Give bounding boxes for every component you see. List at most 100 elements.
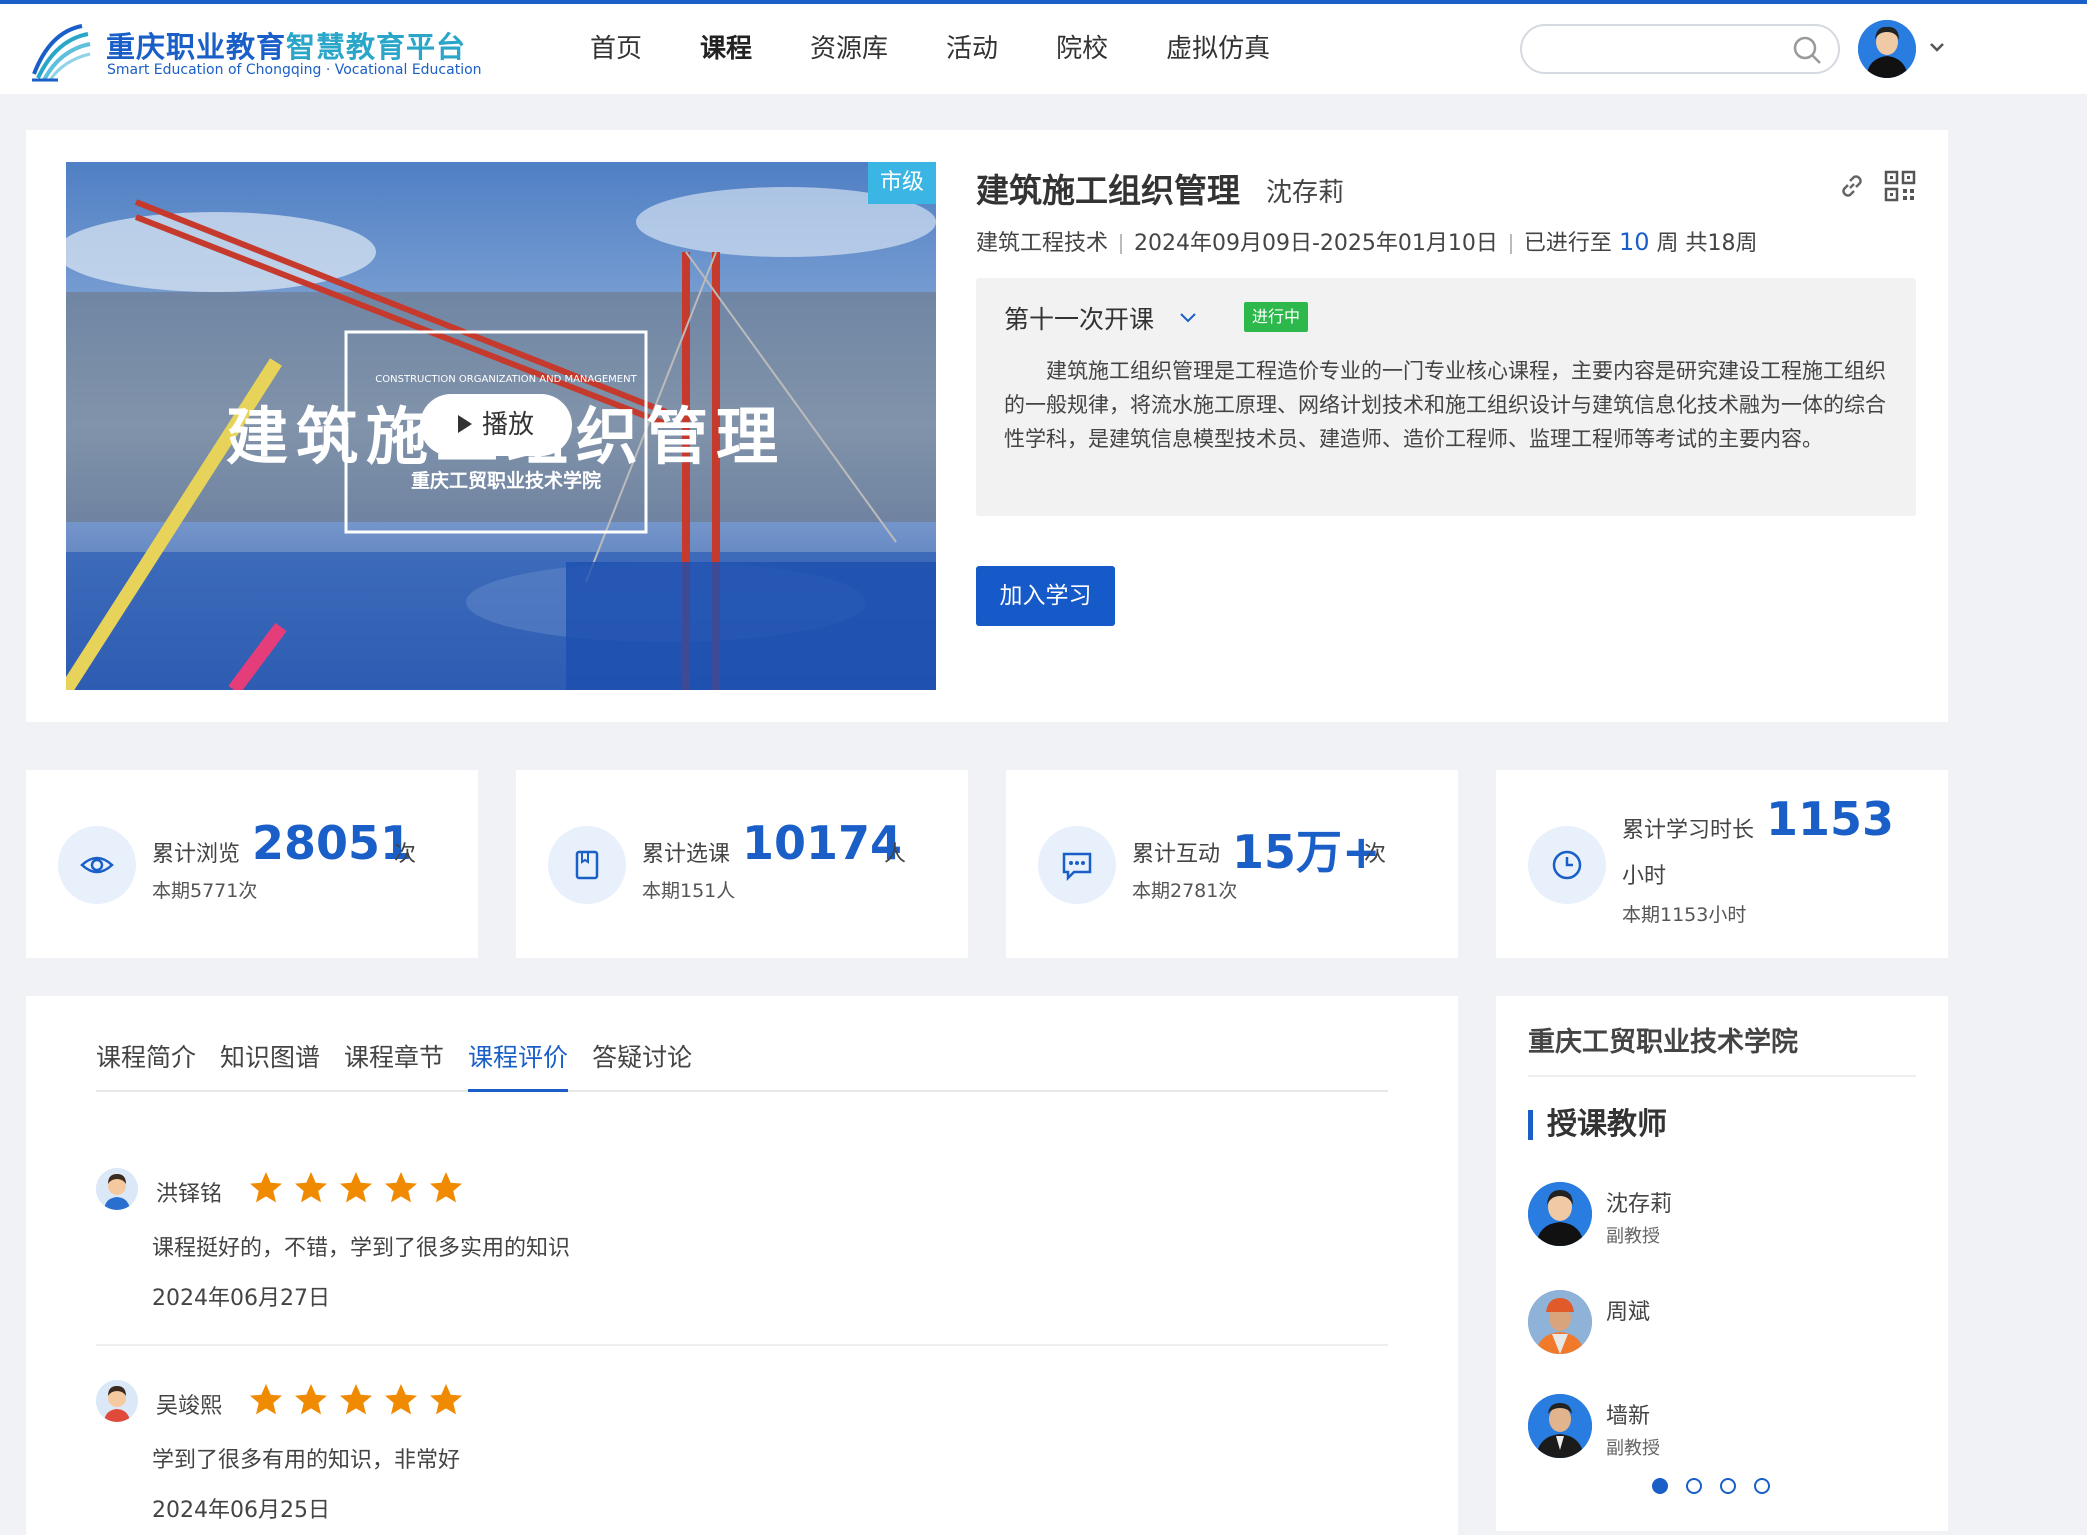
tab-intro[interactable]: 课程简介: [96, 1036, 196, 1092]
nav-virtual-sim[interactable]: 虚拟仿真: [1166, 4, 1270, 94]
qrcode-icon[interactable]: [1884, 170, 1916, 202]
school-name[interactable]: 重庆工贸职业技术学院: [1528, 1020, 1798, 1059]
stat-value: 28051: [252, 816, 413, 870]
review-date: 2024年06月27日: [152, 1286, 330, 1311]
stat-unit: 人: [884, 842, 907, 867]
review-text: 学到了很多有用的知识，非常好: [152, 1448, 461, 1473]
stat-icon-circle: [58, 826, 136, 904]
cover-subtitle: CONSTRUCTION ORGANIZATION AND MANAGEMENT: [375, 374, 637, 385]
link-icon[interactable]: [1836, 170, 1868, 202]
tab-chapters[interactable]: 课程章节: [344, 1036, 444, 1092]
pagination-dot[interactable]: [1754, 1478, 1770, 1494]
stat-label: 累计浏览: [152, 842, 241, 867]
pagination-dot[interactable]: [1720, 1478, 1736, 1494]
stat-unit: 次: [394, 842, 417, 867]
eye-icon: [80, 856, 114, 874]
stat-card-views: 累计浏览 28051 次 本期5771次: [26, 770, 478, 958]
search-input[interactable]: [1520, 24, 1840, 74]
session-select[interactable]: 第十一次开课: [1004, 300, 1154, 336]
stat-value: 10174: [742, 816, 903, 870]
avatar-image: [1528, 1182, 1592, 1246]
reviewer-name: 洪铎铭: [156, 1182, 223, 1207]
tab-knowledge-graph[interactable]: 知识图谱: [220, 1036, 320, 1092]
progress-prefix: 已进行至: [1523, 231, 1612, 256]
avatar-image: [1528, 1394, 1592, 1458]
nav-courses[interactable]: 课程: [700, 4, 752, 94]
stat-sub: 本期5771次: [152, 880, 258, 902]
teacher-avatar: [1528, 1394, 1592, 1458]
cover-school: 重庆工贸职业技术学院: [410, 470, 601, 492]
meta-divider: [1120, 234, 1123, 254]
nav-schools[interactable]: 院校: [1056, 4, 1108, 94]
stat-value: 1153: [1766, 792, 1895, 846]
stat-value: 15万+: [1232, 825, 1381, 879]
teacher-name: 周斌: [1606, 1300, 1651, 1325]
avatar-image: [96, 1168, 138, 1210]
stat-icon-circle: [1038, 826, 1116, 904]
course-major: 建筑工程技术: [976, 231, 1109, 256]
star-icon: [430, 1172, 462, 1203]
section-title: 授课教师: [1528, 1110, 1667, 1140]
stat-icon-circle: [548, 826, 626, 904]
site-logo[interactable]: 重庆职业教育智慧教育平台 Smart Education of Chongqin…: [30, 18, 482, 86]
course-description: 建筑施工组织管理是工程造价专业的一门专业核心课程，主要内容是研究建设工程施工组织…: [1004, 359, 1886, 451]
stat-label: 累计学习时长: [1622, 818, 1755, 843]
reviewer-avatar: [96, 1168, 138, 1210]
stat-label: 累计选课: [642, 842, 731, 867]
stat-card-study-time: 累计学习时长 1153 小时 本期1153小时: [1496, 770, 1948, 958]
search-icon[interactable]: [1792, 35, 1822, 65]
teacher-item[interactable]: 沈存莉 副教授: [1528, 1182, 1908, 1252]
teacher-item[interactable]: 墙新 副教授: [1528, 1394, 1908, 1464]
pagination-dot[interactable]: [1652, 1478, 1668, 1494]
star-icon: [385, 1172, 417, 1203]
chevron-down-icon[interactable]: [1926, 36, 1948, 58]
avatar-image: [96, 1380, 138, 1422]
star-icon: [295, 1384, 327, 1415]
school-sidebar: 重庆工贸职业技术学院 授课教师 沈存莉 副教授 周斌 墙新 副教授: [1496, 996, 1948, 1531]
clock-icon: [1552, 850, 1582, 880]
tab-reviews[interactable]: 课程评价: [468, 1036, 569, 1092]
stat-icon-circle: [1528, 826, 1606, 904]
course-hero: 建筑施工组织管理 CONSTRUCTION ORGANIZATION AND M…: [26, 130, 1948, 722]
play-label: 播放: [481, 410, 534, 440]
stat-card-enrollments: 累计选课 10174 人 本期151人: [516, 770, 968, 958]
review-date: 2024年06月25日: [152, 1498, 330, 1523]
teacher-title: 副教授: [1606, 1438, 1660, 1459]
teacher-name: 沈存莉: [1606, 1192, 1673, 1217]
tab-qa[interactable]: 答疑讨论: [592, 1036, 692, 1092]
teacher-name: 墙新: [1606, 1404, 1651, 1429]
divider: [96, 1344, 1388, 1346]
play-button[interactable]: 播放: [420, 394, 572, 456]
avatar-image: [1528, 1290, 1592, 1354]
meta-divider: [1509, 234, 1512, 254]
reviewer-avatar: [96, 1380, 138, 1422]
star-icon: [340, 1172, 372, 1203]
user-avatar[interactable]: [1858, 20, 1916, 78]
logo-subtitle: Smart Education of Chongqing · Vocationa…: [107, 62, 482, 78]
star-icon: [385, 1384, 417, 1415]
chevron-down-icon[interactable]: [1178, 310, 1198, 326]
course-teacher[interactable]: 沈存莉: [1266, 172, 1344, 209]
stat-sub: 本期2781次: [1132, 880, 1238, 902]
chat-icon: [1062, 852, 1092, 882]
join-course-button[interactable]: 加入学习: [976, 566, 1115, 626]
status-badge: 进行中: [1244, 302, 1309, 332]
pagination-dot[interactable]: [1686, 1478, 1702, 1494]
nav-activities[interactable]: 活动: [946, 4, 998, 94]
logo-title: 重庆职业教育智慧教育平台: [106, 30, 467, 64]
course-meta: 建筑工程技术 2024年09月09日-2025年01月10日 已进行至 10 周 共…: [976, 225, 1757, 257]
course-content: 课程简介 知识图谱 课程章节 课程评价 答疑讨论 洪铎铭 课程挺好的，不错，学到…: [26, 996, 1458, 1535]
level-badge: 市级: [868, 162, 936, 204]
nav-resources[interactable]: 资源库: [810, 4, 888, 94]
teacher-item[interactable]: 周斌: [1528, 1290, 1908, 1360]
progress-week: 10: [1618, 228, 1650, 256]
logo-icon: [32, 24, 91, 82]
teacher-title: 副教授: [1606, 1226, 1660, 1247]
rating-stars: [248, 1170, 473, 1206]
pagination-dots: [1652, 1478, 1788, 1494]
review-text: 课程挺好的，不错，学到了很多实用的知识: [152, 1236, 571, 1261]
rating-stars: [248, 1382, 473, 1418]
star-icon: [295, 1172, 327, 1203]
nav-home[interactable]: 首页: [590, 4, 642, 94]
reviewer-name: 吴竣熙: [156, 1394, 223, 1419]
